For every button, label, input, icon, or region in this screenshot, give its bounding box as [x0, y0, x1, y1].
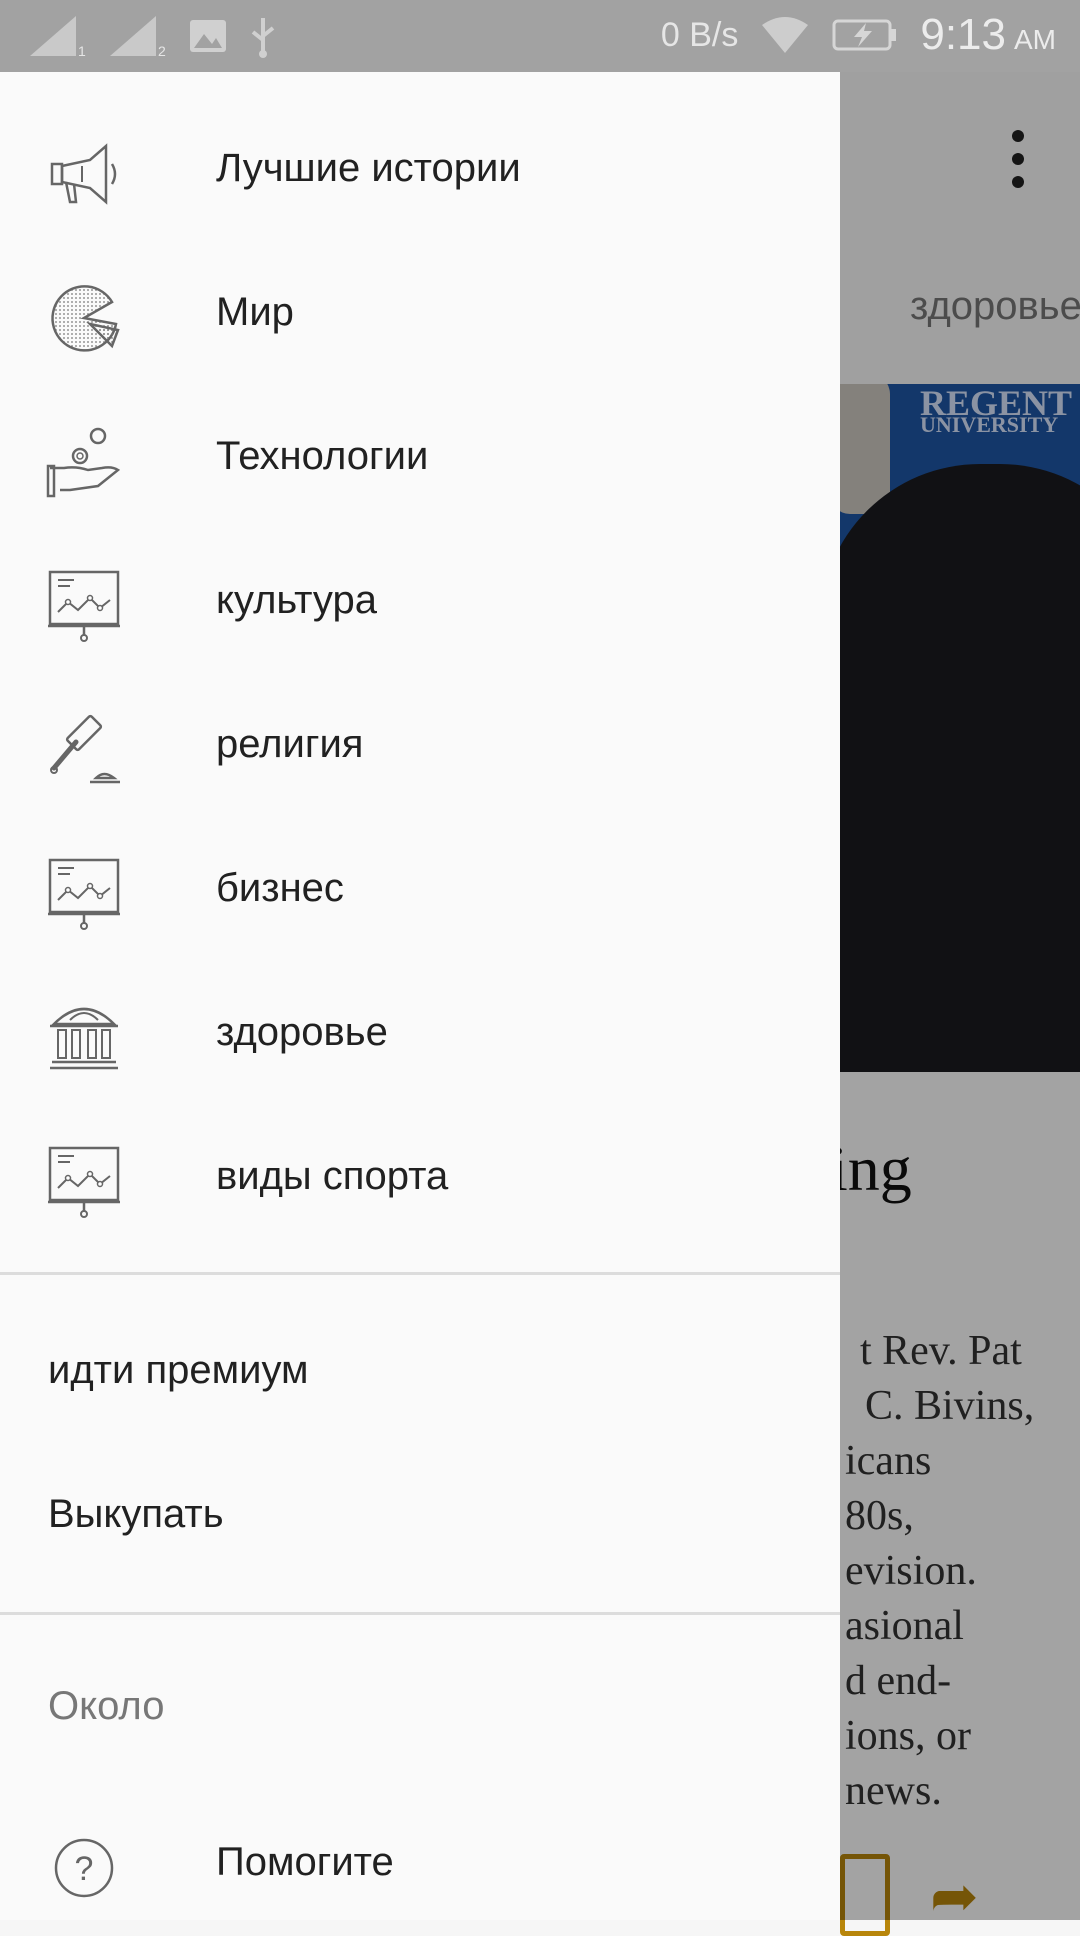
drawer-item-3[interactable]: Технологии: [0, 384, 840, 528]
sim1-label: 1: [78, 43, 86, 58]
help-glyph: ?: [75, 1850, 94, 1888]
clock-ampm: AM: [1014, 24, 1056, 55]
presentation-chart-icon: [48, 1146, 120, 1218]
pie-chart-icon: [51, 285, 120, 352]
drawer-item-label: здоровье: [216, 1010, 388, 1054]
drawer-item-label: виды спорта: [216, 1154, 449, 1198]
redeem-item[interactable]: Выкупать: [48, 1492, 224, 1537]
presentation-chart-icon: [48, 570, 120, 642]
network-speed: 0 B/s: [660, 15, 739, 54]
wifi-icon: [762, 17, 809, 53]
navigation-drawer: Лучшие истории Мир Технологии культура религ…: [0, 72, 840, 1920]
help-circle-icon: ?: [54, 1838, 114, 1898]
drawer-item-label: Мир: [216, 290, 294, 334]
drawer-item-label: Лучшие истории: [216, 146, 521, 190]
megaphone-icon: [50, 143, 117, 205]
sim2-label: 2: [158, 43, 166, 58]
battery-charging-icon: [832, 19, 897, 51]
usb-icon: [251, 18, 275, 58]
drawer-item-1[interactable]: Лучшие истории: [0, 96, 840, 240]
help-label: Помогите: [216, 1840, 394, 1884]
drawer-item-label: Технологии: [216, 434, 429, 478]
divider: [0, 1272, 840, 1275]
go-premium-item[interactable]: идти премиум: [48, 1348, 309, 1393]
drawer-item-2[interactable]: Мир: [0, 240, 840, 384]
image-notification-icon: [190, 20, 226, 52]
divider: [0, 1612, 840, 1615]
drawer-item-4[interactable]: культура: [0, 528, 840, 672]
gavel-icon: [50, 714, 120, 784]
bank-building-icon: [50, 1007, 118, 1070]
clock-time: 9:13: [920, 10, 1006, 59]
drawer-item-label: религия: [216, 722, 364, 766]
drawer-item-7[interactable]: здоровье: [0, 960, 840, 1104]
help-item[interactable]: ? Помогите: [0, 1790, 840, 1934]
drawer-item-8[interactable]: виды спорта: [0, 1104, 840, 1248]
drawer-item-5[interactable]: религия: [0, 672, 840, 816]
about-section-header: Около: [48, 1684, 165, 1728]
signal-sim1-icon: 1: [30, 16, 86, 58]
drawer-item-label: культура: [216, 578, 377, 622]
hand-coins-icon: [46, 427, 121, 498]
drawer-item-label: бизнес: [216, 866, 344, 910]
status-bar: 1 2 0 B/s 9:13 AM: [0, 0, 1080, 72]
drawer-item-6[interactable]: бизнес: [0, 816, 840, 960]
signal-sim2-icon: 2: [110, 16, 166, 58]
presentation-chart-icon: [48, 858, 120, 930]
